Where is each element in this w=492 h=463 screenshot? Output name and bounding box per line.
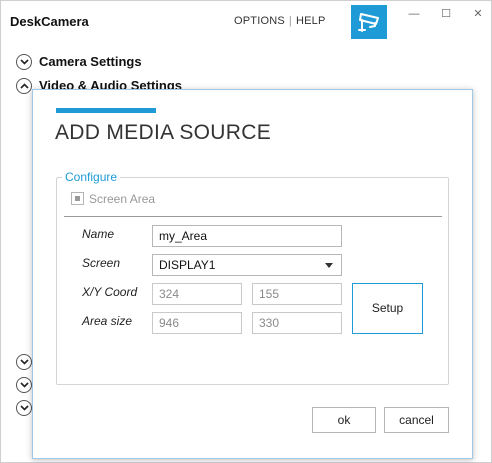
checkbox-box: [71, 192, 84, 206]
xy-coord-label: X/Y Coord: [82, 285, 138, 299]
menu-separator: |: [288, 15, 292, 27]
screen-select[interactable]: DISPLAY1: [152, 254, 342, 276]
group-label: Configure: [62, 170, 121, 184]
titlebar: DeskCamera OPTIONS | HELP — ☐ ✕: [1, 1, 492, 41]
area-height-input[interactable]: 330: [252, 312, 342, 334]
chevron-down-icon[interactable]: [16, 354, 32, 370]
x-coord-input[interactable]: 324: [152, 283, 242, 305]
dropdown-caret-icon: [325, 263, 333, 268]
name-label: Name: [82, 227, 115, 241]
app-window: DeskCamera OPTIONS | HELP — ☐ ✕ Camera Set…: [0, 0, 492, 463]
chevron-down-icon[interactable]: [16, 400, 32, 416]
chevron-down-icon: [16, 53, 32, 70]
top-menu: OPTIONS | HELP: [234, 15, 326, 27]
screen-label: Screen: [82, 256, 121, 270]
ok-button[interactable]: ok: [312, 407, 376, 433]
help-link[interactable]: HELP: [296, 15, 326, 27]
screen-area-label: Screen Area: [89, 192, 156, 206]
chevron-down-icon[interactable]: [16, 377, 32, 393]
app-title: DeskCamera: [10, 14, 89, 29]
options-link[interactable]: OPTIONS: [234, 15, 285, 27]
configure-group: Configure Screen Area Name my_Area Scree…: [56, 170, 449, 385]
section-label: Camera Settings: [39, 54, 142, 69]
close-button[interactable]: ✕: [471, 7, 485, 21]
area-size-label: Area size: [82, 314, 133, 328]
screen-select-value: DISPLAY1: [159, 258, 216, 272]
section-camera-settings[interactable]: Camera Settings: [16, 53, 142, 71]
y-coord-input[interactable]: 155: [252, 283, 342, 305]
dialog-accent-bar: [56, 108, 156, 113]
cancel-button[interactable]: cancel: [384, 407, 449, 433]
minimize-button[interactable]: —: [407, 7, 421, 21]
setup-button[interactable]: Setup: [352, 283, 423, 334]
security-camera-icon[interactable]: [351, 5, 387, 39]
screen-area-checkbox[interactable]: Screen Area: [71, 192, 155, 206]
maximize-button[interactable]: ☐: [439, 7, 453, 21]
add-media-source-dialog: ADD MEDIA SOURCE Configure Screen Area N…: [32, 89, 473, 459]
area-width-input[interactable]: 946: [152, 312, 242, 334]
dialog-title: ADD MEDIA SOURCE: [55, 121, 271, 144]
chevron-up-icon: [16, 77, 32, 94]
name-input[interactable]: my_Area: [152, 225, 342, 247]
group-divider: [64, 216, 442, 217]
